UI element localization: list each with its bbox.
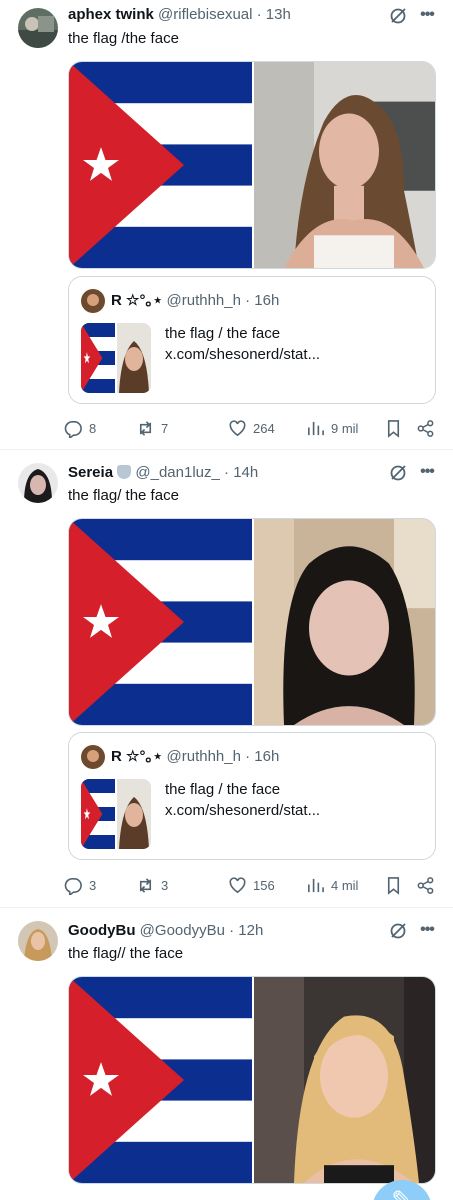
like-button[interactable]: 264: [228, 417, 275, 439]
quote-body: the flag / the face: [165, 781, 281, 798]
like-button[interactable]: 156: [228, 874, 275, 896]
heart-icon: [229, 419, 246, 436]
action-bar: 3 3 156 4 mil: [64, 874, 444, 896]
media-grid[interactable]: [68, 518, 436, 726]
user-handle[interactable]: @ruthhh_h: [167, 748, 241, 765]
timestamp[interactable]: · 16h: [245, 748, 279, 765]
avatar[interactable]: [81, 289, 105, 313]
share-icon: [417, 419, 434, 437]
reply-count: 3: [89, 877, 97, 893]
display-name[interactable]: R ☆°｡⋆: [111, 748, 162, 765]
repost-button[interactable]: 7: [136, 417, 168, 439]
reply-button[interactable]: 3: [64, 874, 96, 896]
bookmark-icon: [387, 876, 400, 895]
user-handle[interactable]: @ruthhh_h: [167, 292, 241, 309]
more-icon[interactable]: •••: [417, 463, 437, 481]
display-name[interactable]: R ☆°｡⋆: [111, 292, 162, 309]
face-photo[interactable]: [254, 62, 436, 268]
repost-count: 3: [161, 877, 169, 893]
more-icon[interactable]: •••: [417, 921, 437, 939]
display-name[interactable]: GoodyBu: [68, 922, 136, 939]
bookmark-icon: [387, 419, 400, 438]
share-button[interactable]: [416, 417, 435, 439]
quote-text: the flag / the face x.com/shesonerd/stat…: [165, 779, 320, 821]
share-button[interactable]: [416, 874, 435, 896]
timestamp[interactable]: · 12h: [229, 922, 263, 939]
quote-thumbnail[interactable]: [81, 779, 151, 849]
quote-text: the flag / the face x.com/shesonerd/stat…: [165, 323, 320, 365]
reply-count: 8: [89, 420, 97, 436]
timestamp[interactable]: · 13h: [257, 6, 291, 23]
avatar[interactable]: [18, 8, 58, 48]
tweet-text: the flag/ the face: [68, 487, 179, 504]
tweet-header: GoodyBu @GoodyyBu · 12h: [68, 921, 393, 941]
action-bar: 8 7 264 9 mil: [64, 417, 444, 439]
user-handle[interactable]: @riflebisexual: [158, 6, 252, 23]
flag-image[interactable]: [69, 977, 252, 1183]
grok-icon[interactable]: [389, 464, 407, 482]
avatar[interactable]: [81, 745, 105, 769]
face-photo[interactable]: [254, 977, 436, 1183]
flag-image[interactable]: [69, 519, 252, 725]
views-button[interactable]: 9 mil: [306, 417, 358, 439]
quote-tweet[interactable]: R ☆°｡⋆ @ruthhh_h · 16h the flag / the fa…: [68, 732, 436, 860]
views-count: 4 mil: [331, 877, 359, 893]
heart-icon: [229, 876, 246, 893]
divider: [0, 449, 453, 450]
views-button[interactable]: 4 mil: [306, 874, 358, 896]
views-count: 9 mil: [331, 420, 359, 436]
reply-icon: [64, 420, 82, 438]
views-icon: [308, 421, 324, 435]
divider: [0, 907, 453, 908]
grok-icon[interactable]: [389, 922, 407, 940]
timestamp[interactable]: · 16h: [245, 292, 279, 309]
repost-button[interactable]: 3: [136, 874, 168, 896]
grok-icon[interactable]: [389, 7, 407, 25]
quote-link[interactable]: x.com/shesonerd/stat...: [165, 344, 320, 365]
display-name[interactable]: Sereia: [68, 464, 113, 481]
bookmark-button[interactable]: [384, 417, 403, 439]
face-photo[interactable]: [254, 519, 436, 725]
quote-header: R ☆°｡⋆ @ruthhh_h · 16h: [111, 747, 279, 767]
quote-link[interactable]: x.com/shesonerd/stat...: [165, 800, 320, 821]
reply-button[interactable]: 8: [64, 417, 96, 439]
media-grid[interactable]: [68, 976, 436, 1184]
tweet-text: the flag /the face: [68, 30, 179, 47]
like-count: 156: [253, 877, 275, 893]
display-name[interactable]: aphex twink: [68, 6, 154, 23]
quote-thumbnail[interactable]: [81, 323, 151, 393]
quote-body: the flag / the face: [165, 325, 281, 342]
avatar[interactable]: [18, 463, 58, 503]
user-handle[interactable]: @GoodyyBu: [140, 922, 225, 939]
views-icon: [308, 878, 324, 892]
like-count: 264: [253, 420, 275, 436]
reply-icon: [64, 877, 82, 895]
shell-emoji-icon: [117, 465, 132, 479]
repost-icon: [139, 877, 152, 893]
tweet-text: the flag// the face: [68, 945, 184, 962]
quote-tweet[interactable]: R ☆°｡⋆ @ruthhh_h · 16h the flag / the fa…: [68, 276, 436, 404]
share-icon: [417, 876, 434, 894]
tweet-header: aphex twink @riflebisexual · 13h: [68, 5, 393, 25]
media-grid[interactable]: [68, 61, 436, 269]
more-icon[interactable]: •••: [417, 6, 437, 24]
repost-icon: [139, 420, 152, 436]
tweet-header: Sereia @_dan1luz_ · 14h: [68, 463, 393, 483]
timestamp[interactable]: · 14h: [224, 464, 258, 481]
user-handle[interactable]: @_dan1luz_: [135, 464, 219, 481]
avatar[interactable]: [18, 921, 58, 961]
repost-count: 7: [161, 420, 169, 436]
bookmark-button[interactable]: [384, 874, 403, 896]
flag-image[interactable]: [69, 62, 252, 268]
quote-header: R ☆°｡⋆ @ruthhh_h · 16h: [111, 291, 279, 311]
